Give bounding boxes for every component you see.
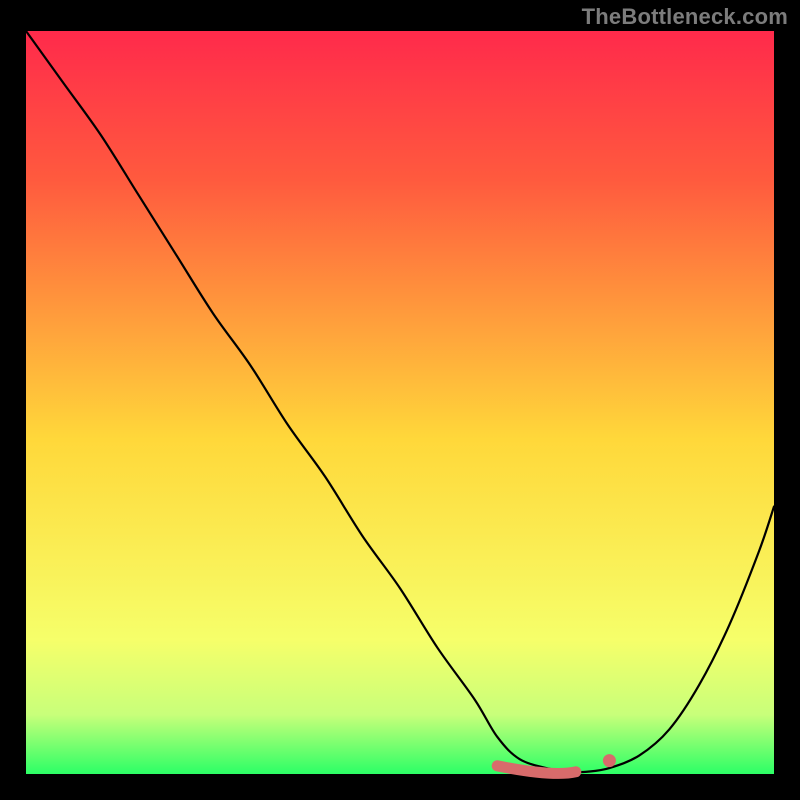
bottleneck-chart	[0, 0, 800, 800]
chart-stage: TheBottleneck.com	[0, 0, 800, 800]
watermark-text: TheBottleneck.com	[582, 4, 788, 30]
highlight-dot	[603, 754, 616, 767]
plot-area	[26, 31, 774, 774]
